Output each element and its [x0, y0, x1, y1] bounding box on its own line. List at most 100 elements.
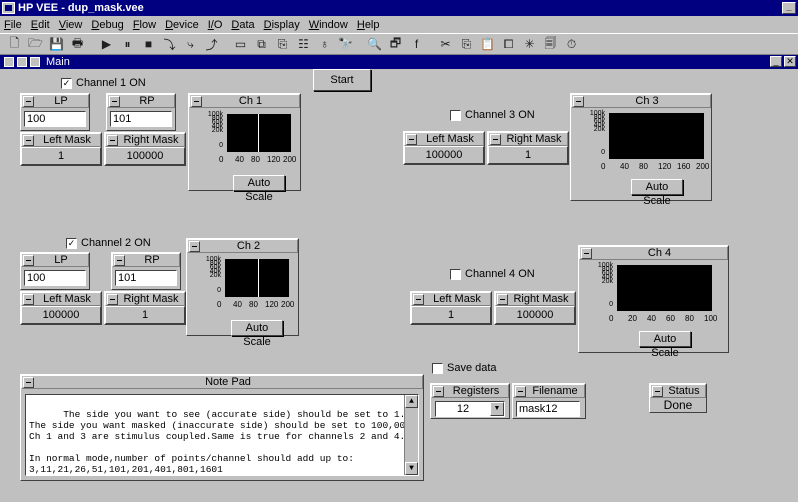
new-icon[interactable]: 🗋: [6, 36, 23, 52]
plot-area[interactable]: [609, 113, 704, 159]
minimize-button[interactable]: _: [782, 2, 796, 14]
formula-icon[interactable]: f: [408, 36, 425, 52]
right-mask-value-4[interactable]: 100000: [495, 306, 575, 324]
trace-line: [258, 259, 259, 297]
panel-menu-icon[interactable]: [573, 95, 584, 107]
right-mask-value-1[interactable]: 100000: [105, 147, 185, 165]
zoom-icon[interactable]: 🔍: [366, 36, 383, 52]
lp-input-2[interactable]: 100: [24, 270, 86, 286]
channel-2-checkbox[interactable]: ✓ Channel 2 ON: [66, 237, 151, 249]
panel-menu-icon[interactable]: [413, 293, 424, 305]
lp-input-1[interactable]: 100: [24, 111, 86, 127]
variable-icon[interactable]: ♁: [316, 36, 333, 52]
paste-object-icon[interactable]: ⎘: [274, 36, 291, 52]
menu-file[interactable]: File: [4, 19, 22, 31]
stop-icon[interactable]: ■: [140, 36, 157, 52]
bookmark-icon[interactable]: 🗐: [542, 36, 559, 52]
ch1-plot-panel: Ch 1 100k 80k 60k 40k 20k 0 0 40 80 120 200 Auto Sc…: [188, 93, 301, 203]
pause-icon[interactable]: ⏸: [119, 36, 136, 52]
notepad-scrollbar[interactable]: ▲ ▼: [404, 395, 418, 475]
menu-debug[interactable]: Debug: [91, 19, 123, 31]
scroll-down-icon[interactable]: ▼: [405, 462, 418, 475]
cut-object-icon[interactable]: ▭: [232, 36, 249, 52]
function-icon[interactable]: 🗗: [387, 36, 404, 52]
left-mask-value-1[interactable]: 1: [21, 147, 101, 165]
chevron-down-icon[interactable]: ▼: [490, 402, 504, 416]
paste-icon[interactable]: 📋: [479, 36, 496, 52]
plot-area[interactable]: [227, 114, 291, 152]
panel-menu-icon[interactable]: [23, 95, 34, 107]
panel-view-icon[interactable]: [30, 57, 40, 67]
cut-icon[interactable]: ✂: [437, 36, 454, 52]
save-icon[interactable]: 💾: [48, 36, 65, 52]
panel-menu-icon[interactable]: [109, 95, 120, 107]
auto-scale-button[interactable]: Auto Scale: [233, 175, 285, 203]
right-mask-value-2[interactable]: 1: [105, 306, 185, 324]
notepad-panel: Note Pad The side you want to see (accur…: [20, 374, 424, 481]
find-icon[interactable]: 🔭: [337, 36, 354, 52]
panel-menu-icon[interactable]: [497, 293, 508, 305]
registers-select[interactable]: 12 ▼: [435, 401, 505, 417]
auto-scale-button[interactable]: Auto Scale: [631, 179, 683, 207]
channel-1-checkbox[interactable]: ✓ Channel 1 ON: [61, 77, 146, 89]
main-minimize-button[interactable]: _: [770, 56, 782, 67]
plot-area[interactable]: [617, 265, 712, 311]
save-data-checkbox[interactable]: Save data: [432, 362, 497, 374]
left-mask-value-4[interactable]: 1: [411, 306, 491, 324]
rp-input-1[interactable]: 101: [110, 111, 172, 127]
channel-4-checkbox[interactable]: Channel 4 ON: [450, 268, 535, 280]
auto-scale-button[interactable]: Auto Scale: [231, 320, 283, 348]
step-into-icon[interactable]: ⤵: [161, 36, 178, 52]
menu-display[interactable]: Display: [264, 19, 300, 31]
menu-view[interactable]: View: [59, 19, 83, 31]
panel-menu-icon[interactable]: [433, 385, 444, 397]
print-icon[interactable]: 🖶: [69, 36, 86, 52]
detail-view-icon[interactable]: [17, 57, 27, 67]
panel-menu-icon[interactable]: [107, 293, 118, 305]
panel-menu-icon[interactable]: [23, 134, 34, 146]
filename-input[interactable]: mask12: [516, 401, 580, 417]
panel-menu-icon[interactable]: [23, 376, 34, 388]
menu-io[interactable]: I/O: [208, 19, 223, 31]
menu-help[interactable]: Help: [357, 19, 380, 31]
menu-device[interactable]: Device: [165, 19, 199, 31]
panel-menu-icon[interactable]: [515, 385, 526, 397]
menu-flow[interactable]: Flow: [133, 19, 156, 31]
timer-icon[interactable]: ⏱: [563, 36, 580, 52]
right-mask-value-3[interactable]: 1: [488, 146, 568, 164]
panel-menu-icon[interactable]: [189, 240, 200, 252]
properties-icon[interactable]: ☷: [295, 36, 312, 52]
notepad-textarea[interactable]: The side you want to see (accurate side)…: [25, 394, 419, 476]
panel-menu-icon[interactable]: [23, 293, 34, 305]
menu-edit[interactable]: Edit: [31, 19, 50, 31]
menu-window[interactable]: Window: [309, 19, 348, 31]
plot-area[interactable]: [225, 259, 289, 297]
open-icon[interactable]: 🗁: [27, 36, 44, 52]
run-icon[interactable]: ▶: [98, 36, 115, 52]
channel-3-checkbox[interactable]: Channel 3 ON: [450, 109, 535, 121]
auto-scale-button[interactable]: Auto Scale: [639, 331, 691, 359]
panel-menu-icon[interactable]: [114, 254, 125, 266]
panel-menu-icon[interactable]: [191, 95, 202, 107]
step-over-icon[interactable]: ⤷: [182, 36, 199, 52]
panel-menu-icon[interactable]: [652, 385, 663, 397]
main-close-button[interactable]: ✕: [784, 56, 796, 67]
channel-3-label: Channel 3 ON: [465, 109, 535, 121]
rp-input-2[interactable]: 101: [115, 270, 177, 286]
panel-menu-icon[interactable]: [23, 254, 34, 266]
panel-menu-icon[interactable]: [406, 133, 417, 145]
left-mask-value-3[interactable]: 100000: [404, 146, 484, 164]
copy-object-icon[interactable]: ⧉: [253, 36, 270, 52]
scroll-up-icon[interactable]: ▲: [405, 395, 418, 408]
window-menu-icon[interactable]: [4, 57, 14, 67]
copy-icon[interactable]: ⎘: [458, 36, 475, 52]
clone-icon[interactable]: ⧠: [500, 36, 517, 52]
panel-menu-icon[interactable]: [490, 133, 501, 145]
panel-menu-icon[interactable]: [107, 134, 118, 146]
menu-data[interactable]: Data: [231, 19, 254, 31]
left-mask-value-2[interactable]: 100000: [21, 306, 101, 324]
start-button[interactable]: Start: [313, 69, 371, 91]
debug-icon[interactable]: ✳: [521, 36, 538, 52]
panel-menu-icon[interactable]: [581, 247, 592, 259]
step-out-icon[interactable]: ⤴: [203, 36, 220, 52]
